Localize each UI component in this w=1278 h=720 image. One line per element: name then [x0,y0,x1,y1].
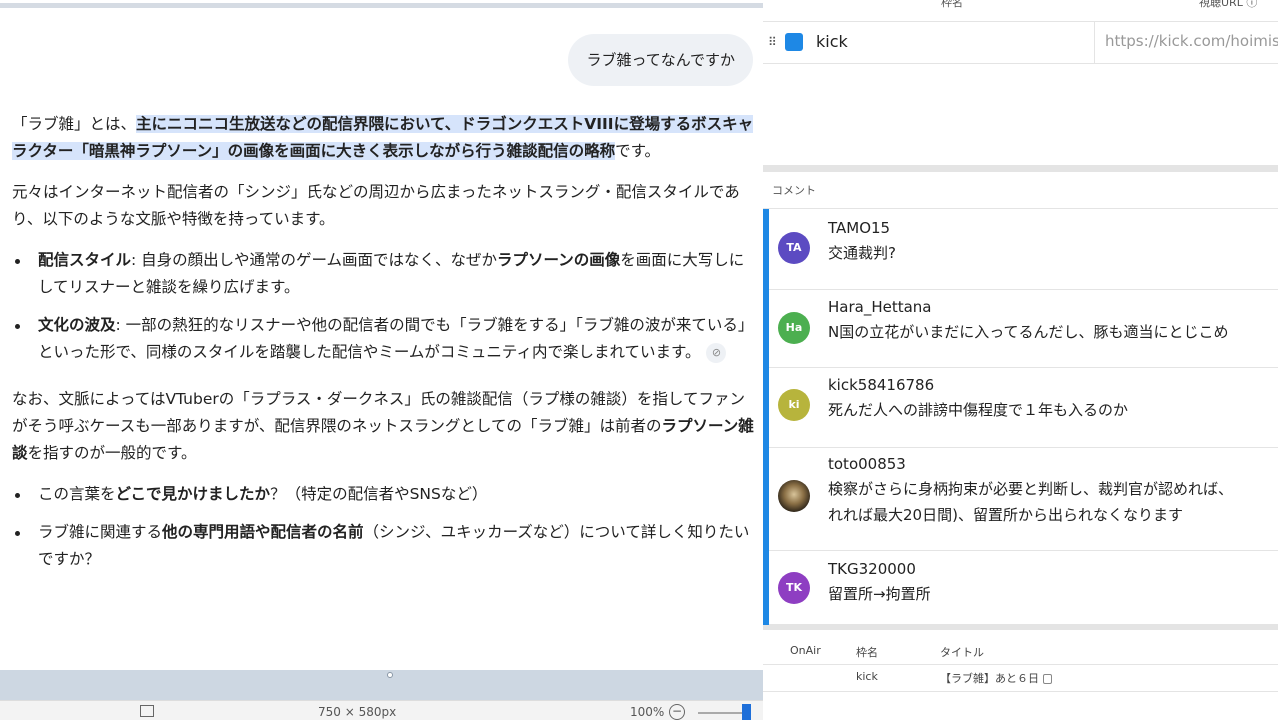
response-paragraph-3: なお、文脈によってはVTuberの「ラプラス・ダークネス」氏の雑談配信（ラプ様の… [12,386,754,467]
comment-item: TA TAMO15 交通裁判? [769,209,1278,290]
paragraph-text: を指すのが一般的です。 [27,444,197,462]
title-column-header: タイトル [940,646,984,659]
comment-user: toto00853 [828,455,906,473]
drag-handle-icon[interactable]: ⠿ [768,35,777,49]
comment-text: N国の立花がいまだに入ってるんだし、豚も適当にとじこめ [828,323,1229,341]
avatar: ki [778,389,810,421]
comment-user: Hara_Hettana [828,298,932,316]
list-item-label: 文化の波及 [38,316,116,334]
comment-user: TAMO15 [828,219,891,237]
chat-top-bar [0,0,763,8]
stream-row[interactable]: ⠿ kick https://kick.com/hoimis [763,22,1278,64]
resize-bar[interactable] [0,670,763,700]
response-paragraph-1: 「ラブ雑」とは、主にニコニコ生放送などの配信界隈において、ドラゴンクエストVII… [12,111,754,165]
stream-panel: 枠名 視聴URL ⓘ ⠿ kick https://kick.com/hoimi… [763,0,1278,720]
stream-name: kick [816,32,848,51]
watch-url-header: 視聴URL ⓘ [1199,0,1258,9]
table-divider [763,664,1278,665]
comment-text: 留置所→拘置所 [828,585,931,603]
row-title: 【ラブ雑】あと６日 [940,670,1052,686]
feature-list: 配信スタイル: 自身の顔出しや通常のゲーム画面ではなく、なぜかラプソーンの画像を… [12,247,754,366]
list-item-text: ？（特定の配信者やSNSなど） [270,485,488,503]
zoom-level: 100% [630,705,665,719]
comment-list: TA TAMO15 交通裁判? Ha Hara_Hettana N国の立花がいま… [763,208,1278,630]
avatar [778,480,810,512]
status-bar: 750 × 580px 100% − [0,700,763,720]
comment-text: 交通裁判? [828,244,896,262]
list-item-label: 配信スタイル [38,251,132,269]
source-link-icon[interactable]: ⊘ [706,342,727,363]
list-item-emphasis: どこで見かけましたか [115,485,271,503]
list-item-emphasis: ラプソーンの画像 [497,251,621,269]
list-item-text: : 自身の顔出しや通常のゲーム画面ではなく、なぜか [131,251,498,269]
onair-header: OnAir [790,644,821,657]
assistant-response: 「ラブ雑」とは、主にニコニコ生放送などの配信界隈において、ドラゴンクエストVII… [12,111,754,587]
comment-user: kick58416786 [828,376,935,394]
comment-item: TK TKG320000 留置所→拘置所 [769,551,1278,625]
list-item-text: : 一部の熱狂的なリスナーや他の配信者の間でも「ラブ雑をする」「ラブ雑の波が来て… [38,316,754,361]
table-divider [763,691,1278,692]
list-item: ラブ雑に関連する他の専門用語や配信者の名前（シンジ、ユキッカーズなど）について詳… [12,519,754,573]
section-divider [763,165,1278,172]
stream-table-header: 枠名 視聴URL ⓘ [763,0,1278,22]
watch-url-field[interactable]: https://kick.com/hoimis [1094,22,1278,64]
comments-title: コメント [772,184,816,197]
stream-checkbox[interactable] [785,33,803,51]
list-item: この言葉をどこで見かけましたか？（特定の配信者やSNSなど） [12,481,754,508]
comment-text: 検察がさらに身柄拘束が必要と判断し、裁判官が認めれば、 [828,480,1234,498]
row-title-text: 【ラブ雑】あと６日 [940,672,1039,685]
paragraph-text: です。 [615,142,661,160]
list-item-text: ラブ雑に関連する [38,523,163,541]
chat-panel: ラブ雑ってなんですか 「ラブ雑」とは、主にニコニコ生放送などの配信界隈において、… [0,0,763,720]
frame-name-column-header: 枠名 [856,646,878,659]
comment-item: Ha Hara_Hettana N国の立花がいまだに入ってるんだし、豚も適当にと… [769,290,1278,368]
zoom-slider-track[interactable] [698,712,742,714]
list-item-emphasis: 他の専門用語や配信者の名前 [162,523,364,541]
zoom-slider-thumb[interactable] [742,704,751,720]
paragraph-text: なお、文脈によってはVTuberの「ラプラス・ダークネス」氏の雑談配信（ラプ様の… [12,390,745,435]
comment-text-line2: れれば最大20日間)、留置所から出られなくなります [828,506,1183,524]
viewport-size: 750 × 580px [318,705,397,719]
screen-icon[interactable] [140,705,154,717]
list-item-text: この言葉を [38,485,116,503]
frame-name-header: 枠名 [941,0,963,9]
paragraph-text: 「ラブ雑」とは、 [12,115,137,133]
resize-handle[interactable] [387,672,393,678]
comment-item: toto00853 検察がさらに身柄拘束が必要と判断し、裁判官が認めれば、 れれ… [769,448,1278,551]
comment-text: 死んだ人への誹謗中傷程度で１年も入るのか [828,401,1129,419]
response-paragraph-2: 元々はインターネット配信者の「シンジ」氏などの周辺から広まったネットスラング・配… [12,183,740,228]
zoom-out-icon[interactable]: − [669,704,685,720]
onair-table: OnAir 枠名 タイトル kick 【ラブ雑】あと６日 [763,636,1278,720]
row-frame-name: kick [856,670,878,683]
followup-list: この言葉をどこで見かけましたか？（特定の配信者やSNSなど） ラブ雑に関連する他… [12,481,754,573]
list-item: 配信スタイル: 自身の顔出しや通常のゲーム画面ではなく、なぜかラプソーンの画像を… [12,247,754,301]
comment-item: ki kick58416786 死んだ人への誹謗中傷程度で１年も入るのか [769,368,1278,448]
avatar: TK [778,572,810,604]
avatar: TA [778,232,810,264]
user-message-bubble: ラブ雑ってなんですか [568,34,753,86]
list-item: 文化の波及: 一部の熱狂的なリスナーや他の配信者の間でも「ラブ雑をする」「ラブ雑… [12,312,754,366]
avatar: Ha [778,312,810,344]
comment-user: TKG320000 [828,560,916,578]
copy-icon[interactable] [1043,674,1052,684]
